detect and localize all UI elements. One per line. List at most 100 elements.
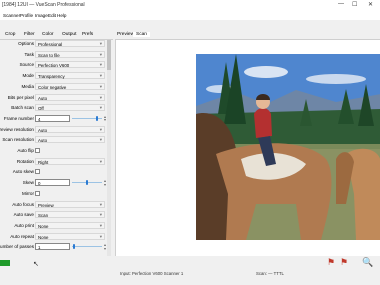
setting-checkbox[interactable]	[35, 169, 40, 175]
mouse-pointer-icon: ↖	[33, 261, 39, 268]
minimize-button[interactable]: —	[338, 1, 344, 7]
setting-label: Bits per pixel	[7, 94, 34, 100]
setting-label: Skew	[22, 180, 34, 186]
setting-select[interactable]: Professional ▾	[35, 40, 105, 47]
menu-help[interactable]: Help	[57, 13, 66, 18]
title-bar: [1984] 12UI — VueScan Professional — ☐ ✕	[0, 0, 380, 11]
tab-output[interactable]: Output	[62, 32, 76, 37]
setting-select[interactable]: Scan to file ▾	[35, 50, 105, 58]
setting-select[interactable]: Right ▾	[35, 157, 105, 165]
setting-row-auto-print: Auto print None ▾	[0, 221, 112, 231]
chevron-down-icon: ▾	[99, 158, 102, 164]
setting-value: 4	[38, 116, 41, 122]
chevron-down-icon: ▾	[99, 126, 102, 132]
setting-row-preview-resolution: Preview resolution Auto ▾	[0, 125, 112, 135]
menu-edit[interactable]: Edit	[48, 13, 56, 18]
spinner-icon[interactable]: ▴ ▾	[104, 114, 106, 122]
setting-row-rotation: Rotation Right ▾	[0, 157, 112, 167]
setting-label: Media	[21, 83, 34, 89]
setting-value: Off	[38, 106, 44, 112]
spinner-icon[interactable]: ▴ ▾	[104, 243, 106, 251]
menu-scanner[interactable]: Scanner	[3, 13, 20, 18]
setting-value: Transparency	[38, 74, 65, 80]
setting-slider[interactable]	[72, 246, 102, 248]
setting-select[interactable]: None ▾	[35, 232, 105, 240]
tab-color[interactable]: Color	[42, 32, 53, 37]
setting-number-input[interactable]: 1	[35, 243, 70, 251]
scan-red-icon[interactable]: ⚑	[340, 257, 348, 268]
scrollbar-thumb[interactable]	[107, 40, 111, 70]
setting-value: Preview	[38, 202, 54, 208]
chevron-down-icon: ▾	[99, 83, 102, 89]
settings-panel: Options Professional ▾ Task Scan to file ▾ Sou…	[0, 40, 112, 256]
chevron-down-icon: ▾	[99, 137, 102, 143]
setting-value: Scan	[38, 213, 49, 219]
setting-select[interactable]: Auto ▾	[35, 125, 105, 133]
setting-value: 0	[38, 181, 41, 187]
slider-thumb[interactable]	[95, 115, 98, 121]
setting-select[interactable]: Auto ▾	[35, 93, 105, 101]
setting-value: Auto	[38, 138, 48, 144]
setting-checkbox[interactable]	[35, 190, 40, 196]
setting-select[interactable]: Auto ▾	[35, 136, 105, 144]
setting-row-batch-scan: Batch scan Off ▾	[0, 104, 112, 113]
setting-value: Auto	[38, 95, 48, 101]
setting-row-bits-per-pixel: Bits per pixel Auto ▾	[0, 93, 112, 103]
setting-value: Right	[38, 159, 49, 165]
setting-select[interactable]: Color negative ▾	[35, 82, 105, 90]
setting-value: Perfection V600	[38, 63, 70, 69]
green-button-icon[interactable]	[0, 260, 10, 266]
chevron-down-icon: ▾	[99, 41, 102, 46]
setting-label: Auto focus	[12, 201, 34, 207]
chevron-down-icon: ▾	[99, 222, 102, 228]
setting-label: Auto repeat	[10, 233, 34, 239]
scan-icon[interactable]: ⚑	[327, 257, 335, 268]
setting-label: Task	[24, 51, 34, 57]
setting-select[interactable]: Perfection V600 ▾	[35, 61, 105, 69]
tab-crop[interactable]: Crop	[5, 32, 15, 37]
setting-value: Auto	[38, 127, 48, 133]
menu-profile[interactable]: Profile	[20, 13, 33, 18]
scanned-photo[interactable]	[196, 54, 380, 240]
setting-label: Source	[19, 62, 34, 68]
setting-row-media: Media Color negative ▾	[0, 82, 112, 92]
menu-bar: Scanner Profile Image Edit Help	[0, 11, 380, 20]
chevron-down-icon: ▾	[99, 73, 102, 79]
setting-value: 1	[38, 245, 41, 251]
settings-scrollbar[interactable]	[107, 40, 111, 256]
setting-number-input[interactable]: 4	[35, 114, 70, 122]
tab-filter[interactable]: Filter	[24, 32, 35, 37]
setting-select[interactable]: Preview ▾	[35, 200, 105, 208]
zoom-icon[interactable]: 🔍	[362, 257, 373, 268]
slider-thumb[interactable]	[86, 180, 88, 186]
settings-tabs: Crop Filter Color Output Prefs	[0, 29, 113, 40]
chevron-down-icon: ▾	[99, 201, 102, 207]
setting-row-auto-focus: Auto focus Preview ▾	[0, 200, 112, 210]
photo-horses-rider	[196, 54, 380, 240]
setting-select[interactable]: None ▾	[35, 221, 105, 229]
setting-select[interactable]: Off ▾	[35, 104, 105, 112]
chevron-down-icon: ▾	[99, 51, 102, 57]
maximize-button[interactable]: ☐	[352, 1, 357, 8]
menu-image[interactable]: Image	[35, 13, 48, 18]
setting-number-input[interactable]: 0	[35, 179, 70, 187]
setting-label: Number of passes	[0, 244, 34, 250]
spinner-icon[interactable]: ▴ ▾	[104, 179, 106, 187]
setting-value: None	[38, 223, 49, 229]
setting-label: Mirror	[22, 190, 34, 196]
close-button[interactable]: ✕	[368, 1, 373, 8]
chevron-down-icon: ▾	[99, 94, 102, 100]
setting-select[interactable]: Scan ▾	[35, 211, 105, 219]
setting-row-task: Task Scan to file ▾	[0, 50, 112, 60]
tab-preview[interactable]: Preview	[117, 32, 134, 37]
setting-select[interactable]: Transparency ▾	[35, 72, 105, 80]
setting-label: Options	[18, 41, 34, 46]
window-title: [1984] 12UI — VueScan Professional	[2, 2, 85, 8]
tab-prefs[interactable]: Prefs	[82, 32, 93, 37]
setting-checkbox[interactable]	[35, 148, 40, 153]
setting-value: None	[38, 234, 49, 240]
status-bar: ↖ Input: Perfection V600 Scanner 1 Scan:…	[0, 256, 380, 285]
tab-scan[interactable]: Scan	[133, 32, 150, 37]
setting-label: Scan resolution	[2, 137, 34, 143]
setting-row-auto-flip: Auto flip	[0, 147, 112, 156]
